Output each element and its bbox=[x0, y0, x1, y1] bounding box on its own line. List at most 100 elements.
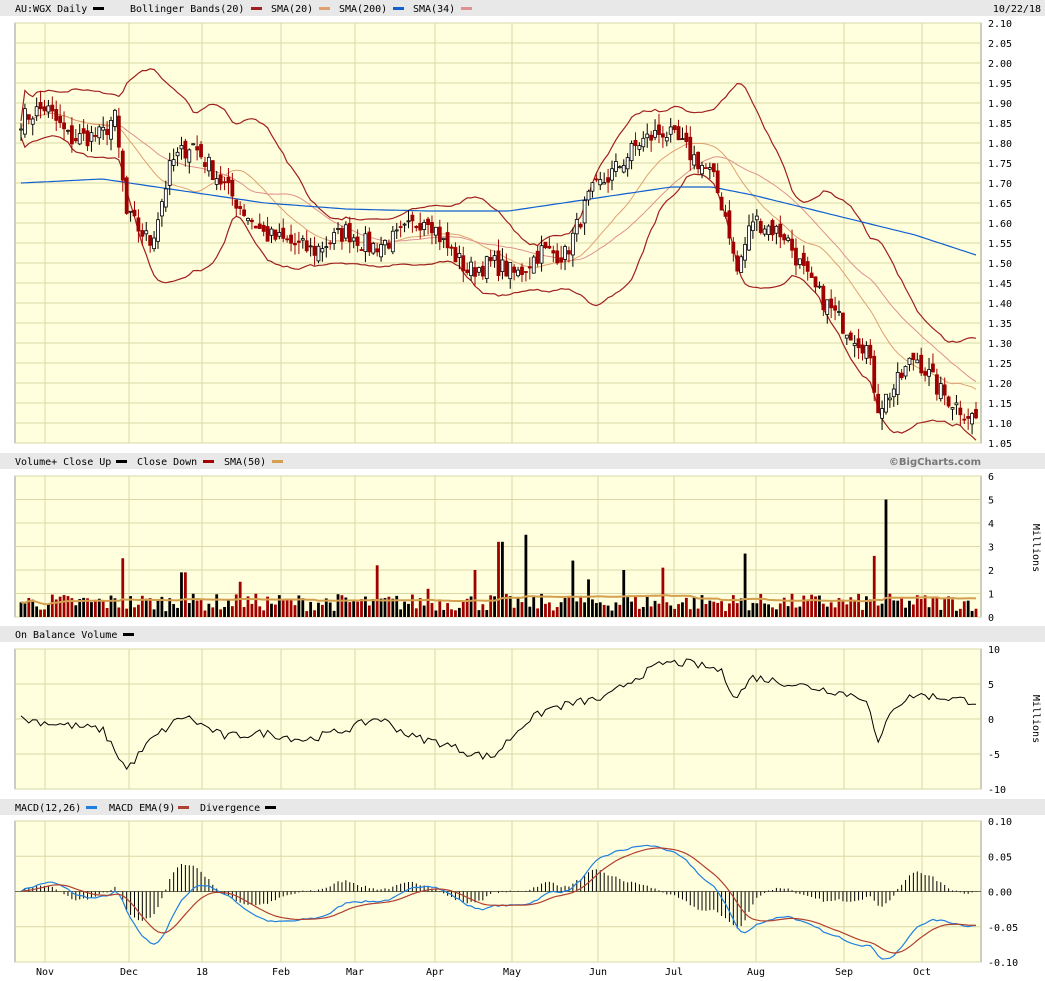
candle-down bbox=[488, 257, 493, 262]
volume-bar-up bbox=[747, 610, 751, 617]
volume-bar-down bbox=[716, 602, 720, 617]
volume-bar-down bbox=[649, 606, 653, 617]
candle-up bbox=[774, 225, 779, 234]
price-y-tick: 1.70 bbox=[988, 179, 1012, 190]
candle-down bbox=[218, 174, 223, 185]
candle-down bbox=[312, 245, 317, 256]
volume-bar-up bbox=[23, 603, 27, 617]
volume-bar-up bbox=[270, 603, 273, 617]
volume-bar-down bbox=[234, 594, 238, 617]
candle-down bbox=[136, 217, 141, 232]
volume-bar-down bbox=[677, 604, 680, 617]
volume-bar-up bbox=[528, 606, 532, 617]
candle-up bbox=[641, 137, 646, 148]
volume-bar-up bbox=[904, 607, 907, 617]
candle-up bbox=[786, 237, 791, 241]
candle-up bbox=[206, 156, 211, 172]
candle-down bbox=[69, 125, 74, 145]
legend-swatch-vol-down bbox=[203, 460, 214, 463]
volume-up-label: Volume+ Close Up bbox=[15, 457, 111, 468]
volume-bar-down bbox=[724, 611, 727, 617]
candle-up bbox=[343, 224, 348, 239]
volume-bar-down bbox=[602, 604, 606, 617]
candle-down bbox=[809, 272, 814, 278]
volume-bar-down bbox=[512, 607, 516, 617]
volume-bar-down bbox=[430, 603, 434, 617]
volume-bar-up bbox=[391, 598, 395, 617]
volume-bar-up bbox=[681, 602, 684, 617]
legend-swatch-macd bbox=[86, 806, 97, 809]
candle-up bbox=[34, 106, 39, 117]
volume-bar-down bbox=[148, 598, 152, 617]
legend-swatch-vol-up bbox=[116, 460, 127, 463]
candle-down bbox=[465, 269, 470, 273]
candle-up bbox=[797, 258, 802, 266]
candle-up bbox=[101, 126, 106, 131]
candle-up bbox=[598, 179, 603, 186]
obv-y-tick: 5 bbox=[988, 680, 994, 691]
candle-down bbox=[731, 241, 736, 254]
candle-down bbox=[942, 384, 947, 396]
macd-y-tick: 0.10 bbox=[988, 817, 1012, 828]
volume-y-tick: 5 bbox=[988, 496, 994, 507]
volume-bar-up bbox=[501, 541, 504, 617]
volume-bar-up bbox=[575, 601, 579, 617]
volume-down-label: Close Down bbox=[137, 457, 197, 468]
volume-bar-down bbox=[947, 596, 951, 617]
x-month-label: Dec bbox=[120, 967, 138, 978]
candle-down bbox=[62, 122, 66, 130]
volume-bar-up bbox=[532, 596, 536, 617]
volume-axis-title: Millions bbox=[1030, 524, 1041, 572]
volume-bar-down bbox=[931, 597, 935, 617]
volume-bar-up bbox=[152, 609, 156, 617]
candle-up bbox=[508, 262, 513, 280]
legend-swatch-divergence bbox=[265, 806, 276, 809]
volume-bar-up bbox=[317, 602, 320, 617]
candle-up bbox=[187, 149, 192, 163]
candle-up bbox=[246, 217, 250, 222]
macd-y-tick: -0.05 bbox=[988, 923, 1018, 934]
candle-down bbox=[81, 128, 86, 134]
macd-y-tick: -0.10 bbox=[988, 958, 1018, 969]
volume-bar-up bbox=[403, 601, 406, 617]
candle-up bbox=[30, 118, 35, 125]
volume-bar-down bbox=[43, 609, 46, 617]
candle-down bbox=[257, 223, 262, 229]
volume-bar-down bbox=[794, 607, 798, 617]
candle-down bbox=[375, 248, 380, 253]
x-month-label: Apr bbox=[426, 967, 444, 978]
candle-down bbox=[919, 354, 924, 374]
candle-down bbox=[547, 245, 552, 249]
candle-up bbox=[563, 246, 567, 260]
volume-bar-down bbox=[360, 599, 363, 617]
volume-bar-down bbox=[93, 599, 97, 617]
legend-swatch-sma34 bbox=[461, 7, 472, 10]
candle-up bbox=[887, 397, 892, 401]
volume-bar-up bbox=[908, 600, 911, 617]
volume-bar-down bbox=[101, 600, 105, 617]
volume-bar-down bbox=[810, 594, 814, 617]
candle-up bbox=[837, 311, 841, 313]
volume-bar-up bbox=[583, 602, 587, 617]
candle-up bbox=[422, 222, 427, 230]
volume-bar-down bbox=[821, 603, 825, 617]
candle-up bbox=[895, 371, 900, 395]
volume-bar-up bbox=[332, 610, 336, 617]
volume-bar-down bbox=[258, 606, 262, 617]
volume-bar-down bbox=[219, 609, 223, 617]
candle-up bbox=[825, 299, 830, 315]
candle-down bbox=[559, 257, 564, 263]
volume-bar-up bbox=[966, 600, 970, 617]
candle-up bbox=[739, 256, 744, 273]
candle-down bbox=[203, 162, 207, 167]
price-y-tick: 1.40 bbox=[988, 299, 1012, 310]
candle-up bbox=[880, 408, 884, 419]
candle-up bbox=[402, 223, 407, 226]
legend-swatch-sma20 bbox=[319, 7, 330, 10]
price-y-tick: 2.05 bbox=[988, 39, 1012, 50]
volume-bar-up bbox=[955, 610, 958, 617]
legend-swatch-sma200 bbox=[393, 7, 404, 10]
x-month-label: Jul bbox=[665, 967, 683, 978]
volume-bar-up bbox=[336, 594, 340, 617]
volume-bar-down bbox=[735, 603, 739, 617]
